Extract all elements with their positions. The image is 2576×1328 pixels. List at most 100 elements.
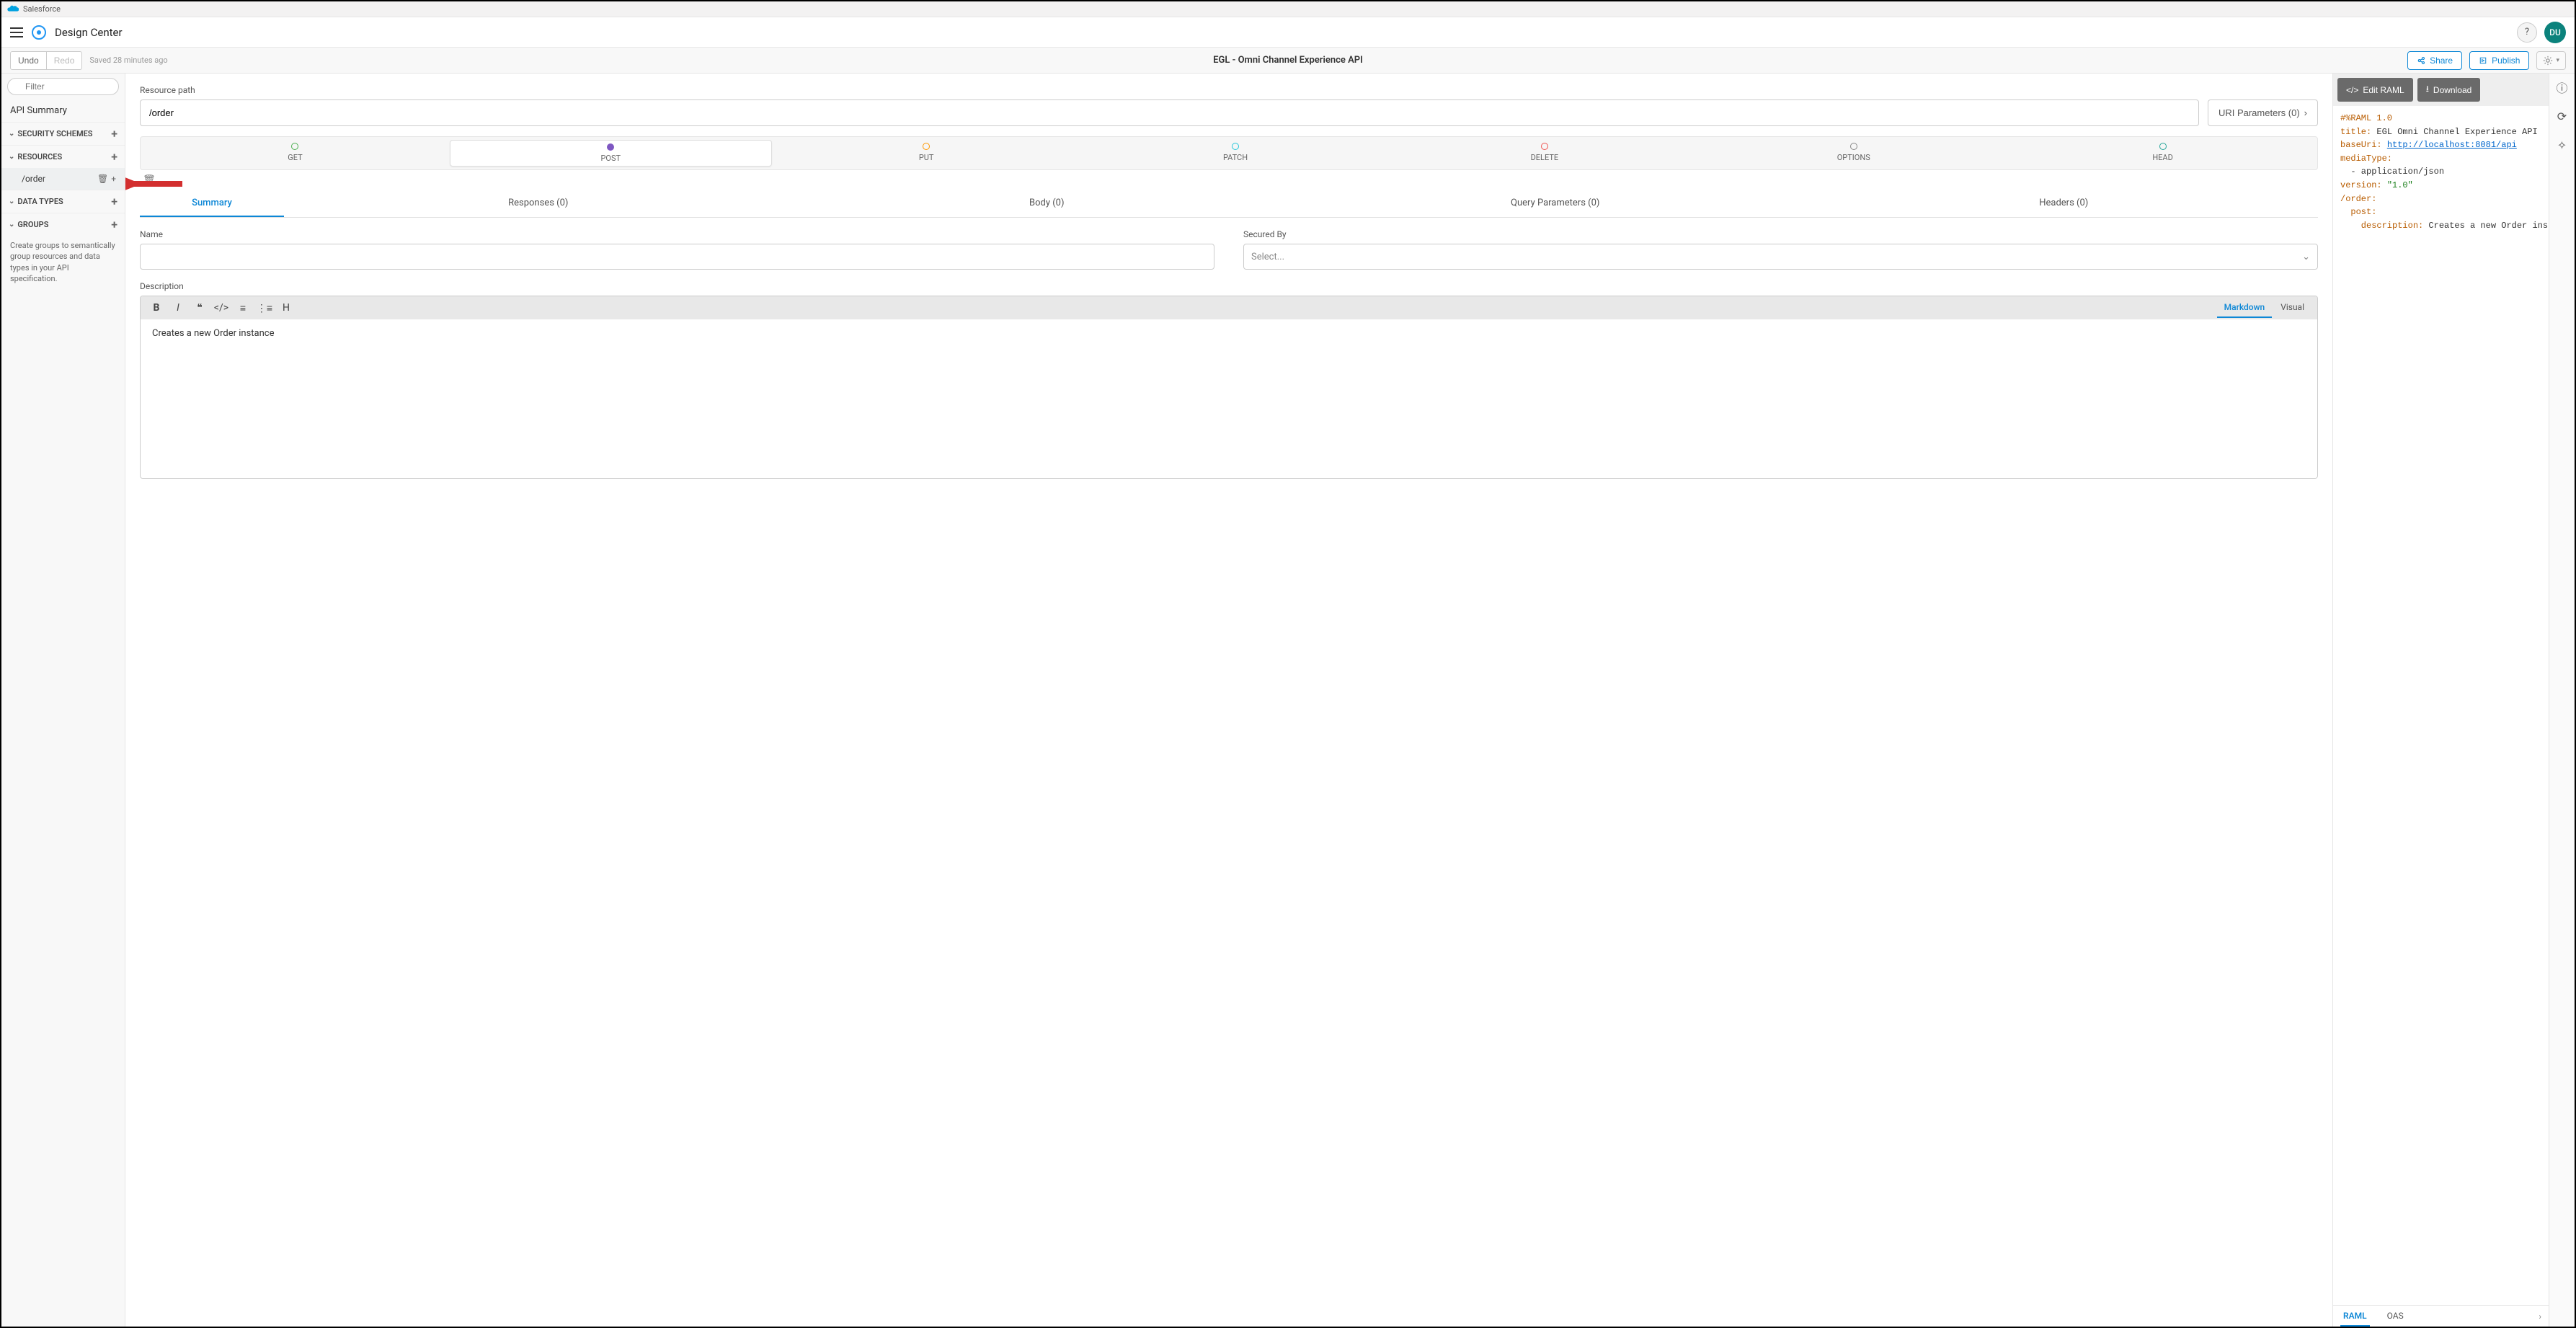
secured-by-label: Secured By <box>1243 229 2318 239</box>
chevron-down-icon: ⌄ <box>9 130 14 138</box>
security-schemes-section[interactable]: ⌄ SECURITY SCHEMES + <box>1 122 125 145</box>
right-icon-rail: ⓘ ⟳ ✧ <box>2549 74 2575 1327</box>
groups-section[interactable]: ⌄ GROUPS + <box>1 213 125 236</box>
detail-tabs: Summary Responses (0) Body (0) Query Par… <box>140 190 2318 218</box>
security-schemes-label: SECURITY SCHEMES <box>17 129 92 138</box>
tab-query-parameters[interactable]: Query Parameters (0) <box>1301 190 1810 217</box>
http-methods: GET POST PUT PATCH DELETE OPTIONS HEAD <box>140 136 2318 170</box>
menu-icon[interactable] <box>10 27 23 37</box>
code-button[interactable]: </> <box>211 298 231 317</box>
resources-section[interactable]: ⌄ RESOURCES + <box>1 145 125 168</box>
share-icon <box>2417 56 2425 65</box>
add-security-scheme-button[interactable]: + <box>111 127 117 141</box>
avatar[interactable]: DU <box>2544 22 2566 43</box>
method-post[interactable]: POST <box>450 140 772 167</box>
tab-summary[interactable]: Summary <box>140 190 284 217</box>
design-center-logo-icon <box>32 25 46 40</box>
resource-path-input[interactable] <box>140 99 2199 126</box>
method-get[interactable]: GET <box>141 143 450 164</box>
add-child-resource-icon[interactable]: + <box>111 174 116 184</box>
code-panel: </> Edit RAML ⭳ Download #%RAML 1.0 titl… <box>2332 74 2549 1327</box>
bold-button[interactable]: B <box>146 298 166 317</box>
markdown-tab[interactable]: Markdown <box>2217 298 2273 318</box>
code-footer: RAML OAS › <box>2333 1305 2549 1327</box>
groups-label: GROUPS <box>17 220 48 229</box>
secured-by-select[interactable]: Select... ⌄ <box>1243 244 2318 270</box>
salesforce-label: Salesforce <box>23 4 61 14</box>
resource-name: /order <box>22 174 45 184</box>
method-put[interactable]: PUT <box>772 143 1081 164</box>
download-label: Download <box>2433 85 2471 95</box>
redo-button[interactable]: Redo <box>47 51 83 70</box>
description-textarea[interactable]: Creates a new Order instance <box>141 319 2317 478</box>
add-resource-button[interactable]: + <box>111 150 117 164</box>
uri-parameters-button[interactable]: URI Parameters (0) › <box>2208 99 2318 126</box>
method-head[interactable]: HEAD <box>2008 143 2317 164</box>
saved-status: Saved 28 minutes ago <box>89 56 167 65</box>
edit-raml-button[interactable]: </> Edit RAML <box>2337 78 2413 102</box>
data-types-section[interactable]: ⌄ DATA TYPES + <box>1 190 125 213</box>
chevron-down-icon: ⌄ <box>9 153 14 161</box>
secured-by-placeholder: Select... <box>1251 252 1284 262</box>
settings-cycle-icon[interactable]: ✧ <box>2554 137 2570 153</box>
data-types-label: DATA TYPES <box>17 197 63 206</box>
quote-button[interactable]: ❝ <box>190 298 210 317</box>
delete-resource-icon[interactable]: 🗑 <box>97 174 108 184</box>
chevron-down-icon: ⌄ <box>9 221 14 229</box>
name-label: Name <box>140 229 1214 239</box>
salesforce-bar: Salesforce <box>1 1 2575 17</box>
app-title: Design Center <box>55 26 123 39</box>
tab-body[interactable]: Body (0) <box>793 190 1302 217</box>
edit-raml-label: Edit RAML <box>2363 85 2404 95</box>
undo-button[interactable]: Undo <box>10 51 47 70</box>
refresh-icon[interactable]: ⟳ <box>2554 108 2570 124</box>
italic-button[interactable]: I <box>168 298 188 317</box>
publish-label: Publish <box>2492 56 2520 66</box>
oas-tab[interactable]: OAS <box>2384 1306 2407 1327</box>
editor-panel: Resource path URI Parameters (0) › GET P… <box>125 74 2332 1327</box>
add-group-button[interactable]: + <box>111 218 117 231</box>
cloud-icon <box>7 5 19 14</box>
app-header: Design Center ? DU <box>1 17 2575 48</box>
filter-input[interactable] <box>7 78 119 95</box>
method-delete[interactable]: DELETE <box>1390 143 1699 164</box>
raml-tab[interactable]: RAML <box>2340 1306 2370 1327</box>
info-icon[interactable]: ⓘ <box>2554 79 2570 95</box>
uri-parameters-label: URI Parameters (0) <box>2219 107 2300 118</box>
share-label: Share <box>2430 56 2453 66</box>
settings-button[interactable]: ▾ <box>2536 51 2566 70</box>
gear-icon <box>2543 56 2553 66</box>
add-data-type-button[interactable]: + <box>111 195 117 208</box>
api-title: EGL - Omni Channel Experience API <box>1213 55 1363 66</box>
heading-button[interactable]: H <box>276 298 296 317</box>
ordered-list-button[interactable]: ≡ <box>233 298 253 317</box>
tab-responses[interactable]: Responses (0) <box>284 190 793 217</box>
unordered-list-button[interactable]: ⋮≡ <box>254 298 275 317</box>
code-icon: </> <box>2346 85 2358 95</box>
chevron-right-icon: › <box>2304 107 2307 118</box>
description-editor: B I ❝ </> ≡ ⋮≡ H Markdown Visual Creates… <box>140 296 2318 479</box>
toolbar: Undo Redo Saved 28 minutes ago EGL - Omn… <box>1 48 2575 74</box>
help-button[interactable]: ? <box>2517 22 2537 43</box>
publish-button[interactable]: Publish <box>2469 51 2529 70</box>
description-label: Description <box>140 281 2318 291</box>
tab-headers[interactable]: Headers (0) <box>1810 190 2319 217</box>
share-button[interactable]: Share <box>2407 51 2462 70</box>
chevron-right-icon[interactable]: › <box>2539 1311 2541 1322</box>
chevron-down-icon: ⌄ <box>9 198 14 205</box>
name-input[interactable] <box>140 244 1214 270</box>
method-patch[interactable]: PATCH <box>1081 143 1390 164</box>
chevron-down-icon: ⌄ <box>2302 252 2310 262</box>
raml-code-view: #%RAML 1.0 title: EGL Omni Channel Exper… <box>2333 106 2549 1305</box>
sidebar-item-order[interactable]: /order 🗑 + <box>1 168 125 190</box>
download-button[interactable]: ⭳ Download <box>2417 78 2481 102</box>
visual-tab[interactable]: Visual <box>2273 298 2311 318</box>
api-summary-link[interactable]: API Summary <box>1 99 125 122</box>
groups-hint: Create groups to semantically group reso… <box>1 236 125 289</box>
sidebar: API Summary ⌄ SECURITY SCHEMES + ⌄ RESOU… <box>1 74 125 1327</box>
chevron-down-icon: ▾ <box>2556 56 2559 64</box>
method-options[interactable]: OPTIONS <box>1699 143 2008 164</box>
publish-icon <box>2479 56 2487 65</box>
delete-method-icon[interactable]: 🗑 <box>143 174 156 186</box>
resources-label: RESOURCES <box>17 152 62 161</box>
